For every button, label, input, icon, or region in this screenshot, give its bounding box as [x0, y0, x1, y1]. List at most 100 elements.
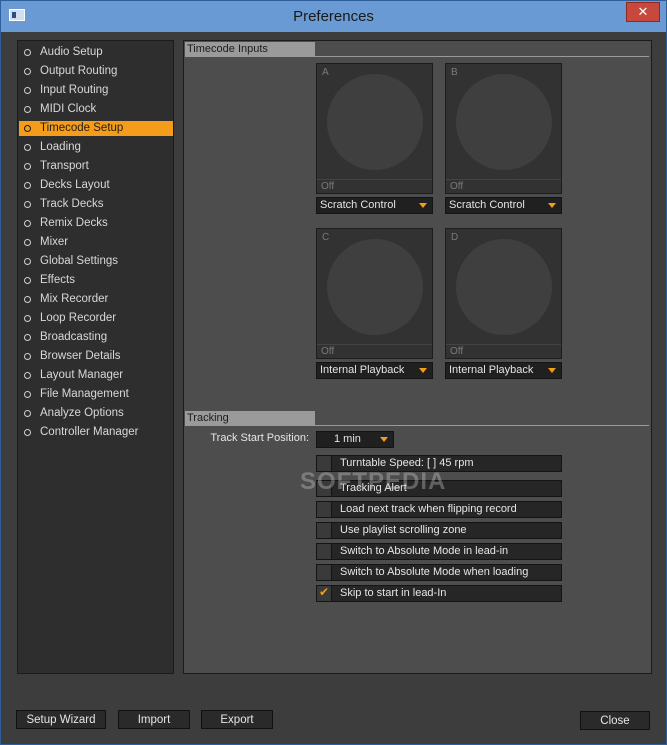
- status-divider: [446, 179, 561, 180]
- dropdown-value: Internal Playback: [449, 364, 534, 376]
- timecode-disc-icon: [327, 239, 423, 335]
- sidebar-item-timecode-setup[interactable]: Timecode Setup: [19, 121, 173, 136]
- deck-b-timecode-display: B Off: [445, 63, 562, 194]
- timecode-disc-icon: [456, 239, 552, 335]
- sidebar-item-audio-setup[interactable]: Audio Setup: [19, 45, 173, 60]
- radio-dot-icon: [24, 258, 31, 265]
- sidebar-item-mix-recorder[interactable]: Mix Recorder: [19, 292, 173, 307]
- sidebar-item-controller-manager[interactable]: Controller Manager: [19, 425, 173, 440]
- sidebar-item-loading[interactable]: Loading: [19, 140, 173, 155]
- section-header-tracking: Tracking: [185, 411, 315, 425]
- radio-dot-icon: [24, 87, 31, 94]
- radio-dot-icon: [24, 144, 31, 151]
- chevron-down-icon: [548, 203, 556, 208]
- window-title: Preferences: [293, 8, 374, 25]
- radio-dot-icon: [24, 391, 31, 398]
- deck-letter: A: [322, 67, 329, 78]
- radio-dot-icon: [24, 220, 31, 227]
- toggle-playlist-scrolling-zone[interactable]: Use playlist scrolling zone: [316, 522, 562, 539]
- sidebar-item-input-routing[interactable]: Input Routing: [19, 83, 173, 98]
- radio-dot-icon: [24, 163, 31, 170]
- sidebar-item-remix-decks[interactable]: Remix Decks: [19, 216, 173, 231]
- checkbox[interactable]: [317, 544, 332, 559]
- chevron-down-icon: [380, 437, 388, 442]
- import-button[interactable]: Import: [118, 710, 190, 729]
- deck-status: Off: [321, 346, 335, 357]
- radio-dot-icon: [24, 334, 31, 341]
- deck-d-mode-dropdown[interactable]: Internal Playback: [445, 362, 562, 379]
- sidebar-item-browser-details[interactable]: Browser Details: [19, 349, 173, 364]
- sidebar-item-global-settings[interactable]: Global Settings: [19, 254, 173, 269]
- section-header-timecode-inputs: Timecode Inputs: [185, 42, 315, 56]
- deck-c-mode-dropdown[interactable]: Internal Playback: [316, 362, 433, 379]
- chevron-down-icon: [548, 368, 556, 373]
- deck-a-timecode-display: A Off: [316, 63, 433, 194]
- section-divider: [185, 425, 649, 426]
- radio-dot-icon: [24, 125, 31, 132]
- deck-status: Off: [450, 346, 464, 357]
- preferences-sidebar: Audio Setup Output Routing Input Routing…: [17, 40, 174, 674]
- deck-status: Off: [321, 181, 335, 192]
- radio-dot-icon: [24, 353, 31, 360]
- chevron-down-icon: [419, 203, 427, 208]
- checkbox[interactable]: [317, 565, 332, 580]
- deck-letter: B: [451, 67, 458, 78]
- sidebar-item-mixer[interactable]: Mixer: [19, 235, 173, 250]
- toggle-absolute-mode-loading[interactable]: Switch to Absolute Mode when loading: [316, 564, 562, 581]
- dropdown-value: Scratch Control: [320, 199, 396, 211]
- status-divider: [317, 344, 432, 345]
- radio-dot-icon: [24, 296, 31, 303]
- close-button[interactable]: Close: [580, 711, 650, 730]
- checkbox[interactable]: [317, 502, 332, 517]
- deck-b-mode-dropdown[interactable]: Scratch Control: [445, 197, 562, 214]
- sidebar-item-transport[interactable]: Transport: [19, 159, 173, 174]
- sidebar-item-layout-manager[interactable]: Layout Manager: [19, 368, 173, 383]
- radio-dot-icon: [24, 372, 31, 379]
- radio-dot-icon: [24, 315, 31, 322]
- deck-d-timecode-display: D Off: [445, 228, 562, 359]
- dropdown-value: Internal Playback: [320, 364, 405, 376]
- sidebar-item-analyze-options[interactable]: Analyze Options: [19, 406, 173, 421]
- toggle-absolute-mode-lead-in[interactable]: Switch to Absolute Mode in lead-in: [316, 543, 562, 560]
- sidebar-item-file-management[interactable]: File Management: [19, 387, 173, 402]
- track-start-position-label: Track Start Position:: [210, 432, 309, 444]
- close-window-icon[interactable]: ✕: [626, 2, 660, 22]
- checkmark-icon: ✔: [319, 585, 330, 599]
- radio-dot-icon: [24, 239, 31, 246]
- toggle-load-next-track[interactable]: Load next track when flipping record: [316, 501, 562, 518]
- toggle-skip-to-start[interactable]: ✔ Skip to start in lead-In: [316, 585, 562, 602]
- title-bar[interactable]: Preferences ✕: [1, 1, 666, 32]
- radio-dot-icon: [24, 410, 31, 417]
- section-divider: [185, 56, 649, 57]
- deck-letter: D: [451, 232, 459, 243]
- sidebar-item-decks-layout[interactable]: Decks Layout: [19, 178, 173, 193]
- radio-dot-icon: [24, 106, 31, 113]
- dialog-body: Audio Setup Output Routing Input Routing…: [8, 32, 659, 737]
- sidebar-item-broadcasting[interactable]: Broadcasting: [19, 330, 173, 345]
- track-start-position-dropdown[interactable]: 1 min: [316, 431, 394, 448]
- timecode-disc-icon: [456, 74, 552, 170]
- dropdown-value: Scratch Control: [449, 199, 525, 211]
- radio-dot-icon: [24, 182, 31, 189]
- dropdown-value: 1 min: [334, 433, 361, 445]
- timecode-disc-icon: [327, 74, 423, 170]
- checkbox[interactable]: ✔: [317, 585, 332, 601]
- sidebar-item-output-routing[interactable]: Output Routing: [19, 64, 173, 79]
- deck-status: Off: [450, 181, 464, 192]
- radio-dot-icon: [24, 49, 31, 56]
- deck-letter: C: [322, 232, 330, 243]
- sidebar-item-loop-recorder[interactable]: Loop Recorder: [19, 311, 173, 326]
- setup-wizard-button[interactable]: Setup Wizard: [16, 710, 106, 729]
- deck-a-mode-dropdown[interactable]: Scratch Control: [316, 197, 433, 214]
- checkbox[interactable]: [317, 523, 332, 538]
- preferences-window: Preferences ✕ Audio Setup Output Routing…: [0, 0, 667, 745]
- radio-dot-icon: [24, 68, 31, 75]
- watermark-text: SOFTPEDIA: [300, 468, 447, 495]
- export-button[interactable]: Export: [201, 710, 273, 729]
- sidebar-item-track-decks[interactable]: Track Decks: [19, 197, 173, 212]
- sidebar-item-midi-clock[interactable]: MIDI Clock: [19, 102, 173, 117]
- chevron-down-icon: [419, 368, 427, 373]
- sidebar-item-effects[interactable]: Effects: [19, 273, 173, 288]
- status-divider: [317, 179, 432, 180]
- radio-dot-icon: [24, 429, 31, 436]
